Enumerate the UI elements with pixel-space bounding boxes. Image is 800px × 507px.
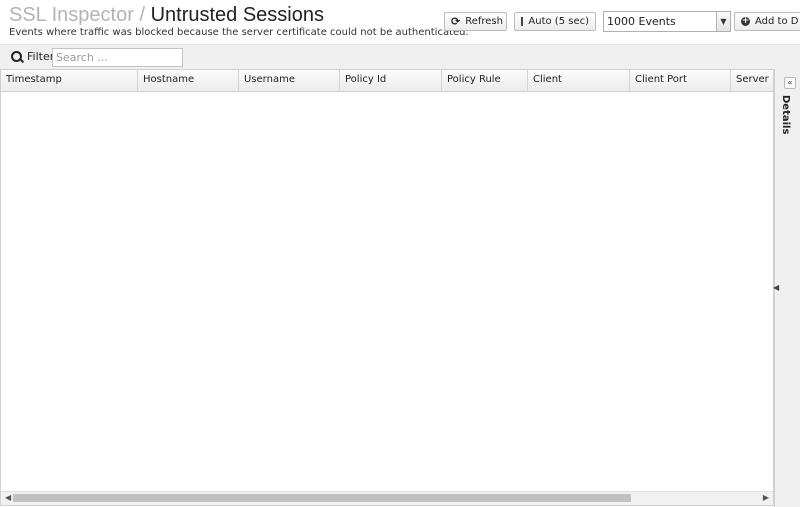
- breadcrumb-app[interactable]: SSL Inspector: [9, 4, 134, 26]
- double-chevron-left-icon[interactable]: «: [784, 77, 796, 89]
- grid-header: Timestamp Hostname Username Policy Id Po…: [1, 70, 773, 92]
- chevron-down-icon[interactable]: ▼: [716, 12, 730, 31]
- checkbox-icon[interactable]: [521, 17, 524, 26]
- filter-label: Filter: [27, 50, 55, 63]
- breadcrumb-separator: /: [139, 4, 146, 26]
- auto-refresh-label: Auto (5 sec): [528, 16, 589, 27]
- filter-label-group: Filter: [11, 50, 54, 63]
- events-limit-value: 1000 Events: [607, 15, 676, 28]
- plus-circle-icon: +: [741, 16, 750, 26]
- column-header-username[interactable]: Username: [239, 70, 340, 91]
- events-limit-select[interactable]: 1000 Events ▼: [603, 11, 731, 32]
- add-label: Add to D: [755, 16, 799, 27]
- page-header: SSL Inspector / Untrusted Sessions Event…: [0, 0, 800, 44]
- splitter-left-arrow-icon[interactable]: ◀: [773, 283, 779, 292]
- auto-refresh-toggle[interactable]: Auto (5 sec): [514, 12, 596, 31]
- details-panel[interactable]: « Details ◀: [773, 69, 800, 507]
- breadcrumb-current: Untrusted Sessions: [150, 4, 324, 26]
- page-title: SSL Inspector / Untrusted Sessions: [9, 3, 324, 27]
- column-header-client[interactable]: Client: [528, 70, 630, 91]
- horizontal-scrollbar[interactable]: ◀ ▶: [1, 491, 773, 505]
- scroll-left-icon[interactable]: ◀: [5, 493, 11, 502]
- column-header-timestamp[interactable]: Timestamp: [1, 70, 138, 91]
- column-header-policy-rule[interactable]: Policy Rule: [442, 70, 528, 91]
- column-header-client-port[interactable]: Client Port: [630, 70, 731, 91]
- refresh-button[interactable]: ⟳ Refresh: [444, 12, 507, 31]
- add-to-dashboard-button[interactable]: + Add to D: [734, 12, 800, 31]
- column-header-server[interactable]: Server: [731, 70, 773, 91]
- column-header-hostname[interactable]: Hostname: [138, 70, 239, 91]
- search-icon: [11, 51, 22, 62]
- refresh-icon: ⟳: [451, 15, 461, 28]
- search-input[interactable]: [52, 48, 183, 67]
- details-label[interactable]: Details: [780, 95, 791, 134]
- events-grid: Timestamp Hostname Username Policy Id Po…: [0, 69, 774, 506]
- filter-bar: Filter: [0, 44, 800, 70]
- refresh-label: Refresh: [465, 16, 503, 27]
- page-subtitle: Events where traffic was blocked because…: [9, 27, 469, 38]
- scroll-right-icon[interactable]: ▶: [763, 493, 769, 502]
- scrollbar-thumb[interactable]: [13, 494, 631, 502]
- column-header-policy-id[interactable]: Policy Id: [340, 70, 442, 91]
